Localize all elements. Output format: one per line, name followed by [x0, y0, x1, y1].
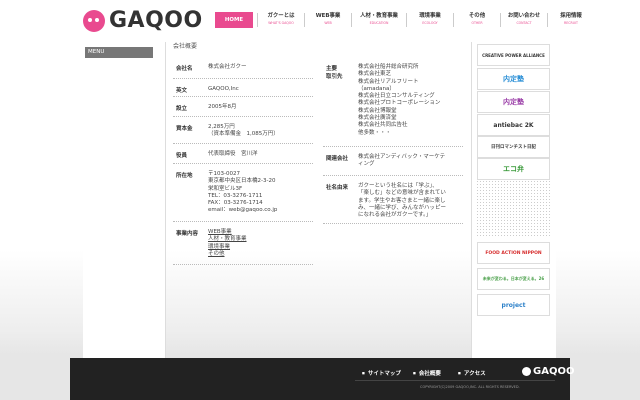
row-company: 会社名 株式会社ガクー [173, 57, 313, 79]
row-founded: 設立 2005年8月 [173, 97, 313, 117]
copyright: COPYRIGHT(C)2009 GAQOO,INC. ALL RIGHTS R… [420, 385, 520, 389]
footer-link-company[interactable]: 会社概要 [413, 369, 441, 377]
row-officer: 役員 代表取締役 宮川洋 [173, 144, 313, 164]
global-nav: HOME ガクーとは WHAT'S GAQOO WEB事業 WEB 人材・教育事業 E… [215, 12, 594, 28]
banner-naiteijuku-web[interactable]: 内定塾 [477, 91, 550, 113]
site-logo[interactable]: GAQOO [83, 8, 203, 33]
footer-link-sitemap[interactable]: サイトマップ [362, 369, 401, 377]
nav-about[interactable]: ガクーとは WHAT'S GAQOO [262, 12, 300, 28]
row-english: 英文 GAQOO,Inc [173, 79, 313, 97]
dotted-pattern [476, 180, 550, 238]
row-affiliate: 関連会社 株式会社アンディバック・マーケテ ィング [323, 147, 463, 176]
row-address: 所在地 〒103-0027 東京都中央区日本橋2-3-20 栄和室ビル3F TE… [173, 164, 313, 222]
link-other-business[interactable]: その他 [208, 251, 247, 258]
nav-education[interactable]: 人材・教育事業 EDUCATION [356, 12, 402, 28]
row-capital: 資本金 2,285万円 （資本準備金 1,085万円） [173, 117, 313, 144]
logo-face-icon [83, 9, 105, 32]
banner-naiteijuku[interactable]: 内定塾 [477, 68, 550, 90]
link-education-business[interactable]: 人材・教育事業 [208, 236, 247, 243]
footer-link-access[interactable]: アクセス [458, 369, 486, 377]
row-business: 事業内容 WEB事業 人材・教育事業 環境事業 その他 [173, 222, 313, 265]
banner-antiebac[interactable]: antiebac 2K [477, 114, 550, 136]
nav-web[interactable]: WEB事業 WEB [309, 12, 347, 28]
banner-creative-power-alliance[interactable]: CREATIVE POWER ALLIANCE [477, 44, 550, 66]
banner-romanticist-diary[interactable]: 日刊ロマンチスト日記 [477, 136, 550, 158]
footer [70, 358, 570, 400]
footer-logo-icon [522, 367, 531, 376]
banner-project[interactable]: project [477, 294, 550, 316]
nav-recruit[interactable]: 採用情報 RECRUIT [552, 12, 590, 28]
banner-food-action-nippon[interactable]: FOOD ACTION NIPPON [477, 242, 550, 264]
link-ecology-business[interactable]: 環境事業 [208, 244, 247, 251]
page-title: 会社概要 [173, 43, 198, 50]
nav-other[interactable]: その他 OTHER [458, 12, 496, 28]
banner-ecoben[interactable]: エコ弁 [477, 158, 550, 180]
menu-heading: MENU [85, 47, 153, 58]
nav-home[interactable]: HOME [215, 12, 253, 28]
left-sidebar [83, 42, 166, 358]
nav-contact[interactable]: お問い合わせ CONTACT [505, 12, 543, 28]
banner-challenge-25[interactable]: 未来が変わる。日本が変える。26 [477, 268, 550, 290]
nav-ecology[interactable]: 環境事業 ECOLOGY [411, 12, 449, 28]
logo-text: GAQOO [109, 8, 203, 33]
row-clients: 主要 取引先 株式会社船井総合研究所 株式会社東芝 株式会社リアルフリート （a… [323, 57, 463, 147]
footer-logo[interactable]: GAQOO [522, 366, 574, 377]
row-origin: 社名由来 ガクーという社名には「学ぶ」、 「楽しむ」などの意味が含まれてい ます… [323, 176, 463, 224]
